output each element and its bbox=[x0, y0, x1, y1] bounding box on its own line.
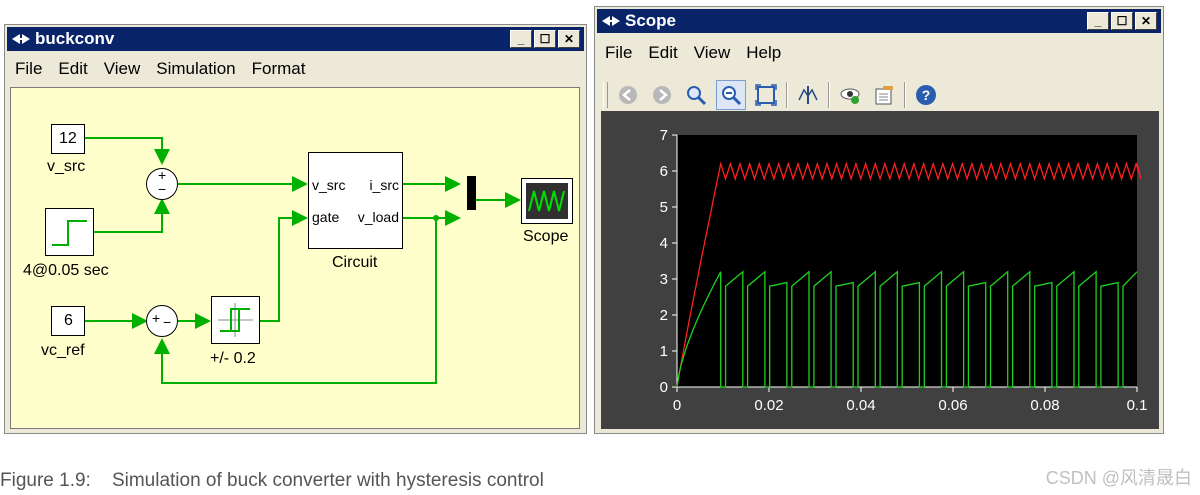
hysteresis-label: +/- 0.2 bbox=[210, 350, 256, 367]
y-tick-label: 5 bbox=[660, 199, 668, 216]
menu-file[interactable]: File bbox=[597, 43, 640, 63]
toolbar-separator bbox=[904, 82, 906, 108]
view-icon[interactable] bbox=[836, 81, 864, 109]
forward-icon[interactable] bbox=[648, 81, 676, 109]
minimize-button[interactable]: _ bbox=[1087, 12, 1109, 30]
scope-chart: 0 1 2 3 4 5 6 7 0 0.02 0.04 0.06 0.08 0.1 bbox=[660, 127, 1148, 414]
scope-block[interactable] bbox=[521, 178, 573, 224]
y-tick-label: 0 bbox=[660, 379, 668, 396]
properties-icon[interactable] bbox=[870, 81, 898, 109]
hysteresis-icon bbox=[218, 303, 253, 337]
watermark: CSDN @风清晟白 bbox=[1045, 468, 1192, 488]
scope-window: Scope _ ☐ ✕ File Edit View Help ? 0 1 2 3 4 5… bbox=[594, 6, 1164, 434]
x-tick-label: 0.02 bbox=[754, 397, 783, 414]
menu-format[interactable]: Format bbox=[244, 59, 314, 79]
buckconv-window: buckconv _ ☐ ✕ File Edit View Simulation… bbox=[4, 24, 587, 434]
model-canvas[interactable]: 12 v_src 4@0.05 sec + − 6 vc_ref + − +/-… bbox=[10, 87, 580, 429]
x-tick-label: 0.06 bbox=[938, 397, 967, 414]
buckconv-titlebar[interactable]: buckconv _ ☐ ✕ bbox=[7, 27, 584, 51]
scope-menubar: File Edit View Help bbox=[597, 41, 1161, 65]
circuit-label: Circuit bbox=[332, 254, 378, 271]
constant-vc-ref-block[interactable]: 6 bbox=[51, 306, 85, 336]
sum1-minus-sign: − bbox=[158, 181, 167, 197]
y-tick-label: 6 bbox=[660, 163, 668, 180]
maximize-button[interactable]: ☐ bbox=[534, 30, 556, 48]
scope-plot-area[interactable]: 0 1 2 3 4 5 6 7 0 0.02 0.04 0.06 0.08 0.1 bbox=[601, 111, 1159, 429]
x-tick-label: 0.04 bbox=[846, 397, 875, 414]
app-icon bbox=[602, 16, 620, 26]
vc-ref-label: vc_ref bbox=[41, 342, 85, 359]
x-tick-label: 0.08 bbox=[1030, 397, 1059, 414]
circuit-port-v-src: v_src bbox=[312, 177, 346, 193]
step-label: 4@0.05 sec bbox=[23, 262, 109, 279]
constant-v-src-block[interactable]: 12 bbox=[51, 124, 85, 154]
app-icon bbox=[12, 34, 30, 44]
menu-help[interactable]: Help bbox=[738, 43, 789, 63]
v-src-value: 12 bbox=[59, 130, 77, 147]
circuit-port-i-src: i_src bbox=[369, 177, 399, 193]
hysteresis-block[interactable] bbox=[211, 296, 260, 344]
toolbar-separator bbox=[828, 82, 830, 108]
menu-view[interactable]: View bbox=[96, 59, 149, 79]
v-src-label: v_src bbox=[47, 158, 86, 175]
scope-titlebar[interactable]: Scope _ ☐ ✕ bbox=[597, 9, 1161, 33]
sum-block-1[interactable]: + − bbox=[146, 167, 178, 200]
sum2-plus-sign: + bbox=[152, 310, 161, 326]
menu-file[interactable]: File bbox=[7, 59, 50, 79]
y-tick-label: 1 bbox=[660, 343, 668, 360]
x-tick-label: 0 bbox=[673, 397, 681, 414]
signal-wires bbox=[85, 137, 521, 384]
toolbar-grip[interactable] bbox=[603, 82, 608, 108]
x-tick-label: 0.1 bbox=[1127, 397, 1148, 414]
zoom-box-icon[interactable] bbox=[752, 81, 780, 109]
svg-text:?: ? bbox=[922, 87, 931, 103]
help-icon[interactable]: ? bbox=[912, 81, 940, 109]
window-title: Scope bbox=[625, 11, 677, 30]
y-tick-label: 7 bbox=[660, 127, 668, 144]
menu-edit[interactable]: Edit bbox=[640, 43, 685, 63]
sum2-minus-sign: − bbox=[163, 314, 172, 330]
buckconv-menubar: File Edit View Simulation Format bbox=[7, 57, 584, 81]
scope-toolbar: ? bbox=[603, 79, 1155, 111]
scope-block-label: Scope bbox=[523, 228, 569, 245]
zoom-icon[interactable] bbox=[682, 81, 710, 109]
step-block[interactable] bbox=[45, 208, 94, 256]
close-button[interactable]: ✕ bbox=[558, 30, 580, 48]
vc-ref-value: 6 bbox=[64, 312, 73, 329]
scope-waveform-icon bbox=[528, 190, 565, 212]
minimize-button[interactable]: _ bbox=[510, 30, 532, 48]
y-tick-label: 2 bbox=[660, 307, 668, 324]
zoom-fit-icon[interactable] bbox=[716, 80, 746, 110]
circuit-port-gate: gate bbox=[312, 209, 340, 225]
mux-block[interactable] bbox=[467, 176, 476, 210]
figure-caption: Figure 1.9: Simulation of buck converter… bbox=[0, 470, 544, 491]
menu-view[interactable]: View bbox=[686, 43, 739, 63]
toolbar-separator bbox=[786, 82, 788, 108]
menu-simulation[interactable]: Simulation bbox=[148, 59, 243, 79]
back-icon[interactable] bbox=[614, 81, 642, 109]
maximize-button[interactable]: ☐ bbox=[1111, 12, 1133, 30]
window-title: buckconv bbox=[35, 29, 115, 48]
scope-block-screen bbox=[526, 183, 568, 219]
sum-block-2[interactable]: + − bbox=[146, 305, 178, 337]
close-button[interactable]: ✕ bbox=[1135, 12, 1157, 30]
cursor-icon[interactable] bbox=[794, 81, 822, 109]
y-tick-label: 4 bbox=[660, 235, 668, 252]
circuit-block[interactable]: v_src gate i_src v_load bbox=[308, 152, 403, 249]
step-icon bbox=[52, 220, 87, 246]
y-tick-label: 3 bbox=[660, 271, 668, 288]
circuit-port-v-load: v_load bbox=[357, 209, 399, 225]
menu-edit[interactable]: Edit bbox=[50, 59, 95, 79]
